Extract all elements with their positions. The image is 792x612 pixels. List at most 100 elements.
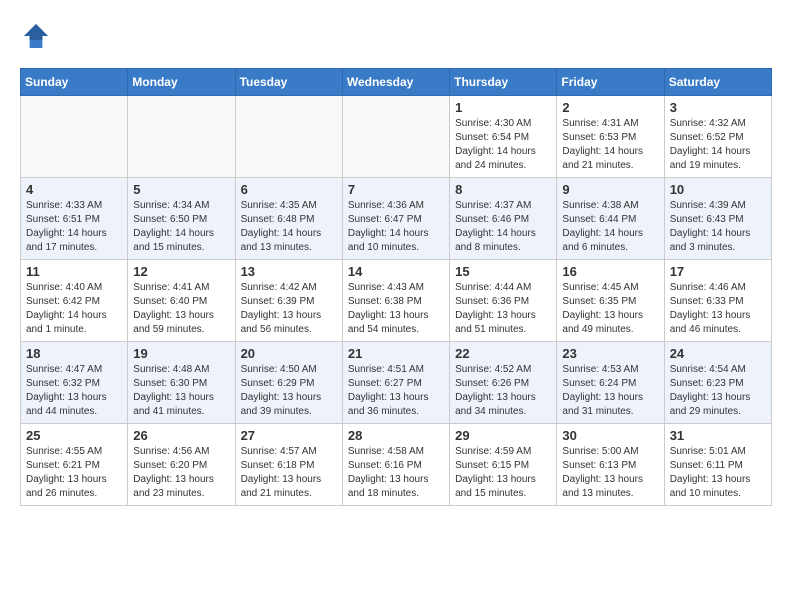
- calendar-cell: [235, 96, 342, 178]
- calendar-cell: 23Sunrise: 4:53 AM Sunset: 6:24 PM Dayli…: [557, 342, 664, 424]
- calendar-cell: 11 Sunrise: 4:40 AM Sunset: 6:42 PM Dayli…: [21, 260, 128, 342]
- day-number: 3: [670, 100, 766, 115]
- page-header: [20, 20, 772, 52]
- day-info: Sunrise: 5:00 AM Sunset: 6:13 PM Dayligh…: [562, 445, 658, 501]
- calendar-cell: 5 Sunrise: 4:34 AM Sunset: 6:50 PM Daylig…: [128, 178, 235, 260]
- calendar-cell: 21Sunrise: 4:51 AM Sunset: 6:27 PM Dayli…: [342, 342, 449, 424]
- calendar-week-row: 25 Sunrise: 4:55 AM Sunset: 6:21 PM Dayli…: [21, 424, 772, 506]
- day-info: Sunrise: 4:56 AM Sunset: 6:20 PM Dayligh…: [133, 445, 229, 501]
- logo-icon: [20, 20, 52, 52]
- day-info: Sunrise: 4:47 AM Sunset: 6:32 PM Dayligh…: [26, 363, 122, 419]
- calendar-cell: 28 Sunrise: 4:58 AM Sunset: 6:16 PM Dayli…: [342, 424, 449, 506]
- day-number: 11: [26, 264, 122, 279]
- calendar-cell: 3 Sunrise: 4:32 AM Sunset: 6:52 PM Daylig…: [664, 96, 771, 178]
- calendar-week-row: 11 Sunrise: 4:40 AM Sunset: 6:42 PM Dayli…: [21, 260, 772, 342]
- calendar-cell: 10Sunrise: 4:39 AM Sunset: 6:43 PM Dayli…: [664, 178, 771, 260]
- calendar-cell: 26 Sunrise: 4:56 AM Sunset: 6:20 PM Dayli…: [128, 424, 235, 506]
- day-header-thursday: Thursday: [450, 69, 557, 96]
- day-info: Sunrise: 4:55 AM Sunset: 6:21 PM Dayligh…: [26, 445, 122, 501]
- calendar-cell: 16 Sunrise: 4:45 AM Sunset: 6:35 PM Dayli…: [557, 260, 664, 342]
- day-number: 29: [455, 428, 551, 443]
- day-number: 6: [241, 182, 337, 197]
- day-number: 24: [670, 346, 766, 361]
- day-info: Sunrise: 4:42 AM Sunset: 6:39 PM Dayligh…: [241, 281, 337, 337]
- day-info: Sunrise: 4:52 AM Sunset: 6:26 PM Dayligh…: [455, 363, 551, 419]
- calendar-cell: [342, 96, 449, 178]
- day-number: 7: [348, 182, 444, 197]
- day-header-monday: Monday: [128, 69, 235, 96]
- day-number: 18: [26, 346, 122, 361]
- calendar-cell: 8 Sunrise: 4:37 AM Sunset: 6:46 PM Daylig…: [450, 178, 557, 260]
- calendar-cell: 29 Sunrise: 4:59 AM Sunset: 6:15 PM Dayli…: [450, 424, 557, 506]
- day-number: 2: [562, 100, 658, 115]
- day-number: 28: [348, 428, 444, 443]
- day-info: Sunrise: 4:48 AM Sunset: 6:30 PM Dayligh…: [133, 363, 229, 419]
- day-number: 12: [133, 264, 229, 279]
- day-number: 8: [455, 182, 551, 197]
- calendar-cell: 19Sunrise: 4:48 AM Sunset: 6:30 PM Dayli…: [128, 342, 235, 424]
- day-header-tuesday: Tuesday: [235, 69, 342, 96]
- day-number: 15: [455, 264, 551, 279]
- day-info: Sunrise: 4:30 AM Sunset: 6:54 PM Dayligh…: [455, 117, 551, 173]
- calendar-cell: 30Sunrise: 5:00 AM Sunset: 6:13 PM Dayli…: [557, 424, 664, 506]
- day-info: Sunrise: 4:46 AM Sunset: 6:33 PM Dayligh…: [670, 281, 766, 337]
- calendar-cell: [128, 96, 235, 178]
- day-number: 13: [241, 264, 337, 279]
- day-number: 5: [133, 182, 229, 197]
- calendar-cell: 18 Sunrise: 4:47 AM Sunset: 6:32 PM Dayli…: [21, 342, 128, 424]
- day-info: Sunrise: 4:32 AM Sunset: 6:52 PM Dayligh…: [670, 117, 766, 173]
- day-info: Sunrise: 5:01 AM Sunset: 6:11 PM Dayligh…: [670, 445, 766, 501]
- day-number: 22: [455, 346, 551, 361]
- day-number: 25: [26, 428, 122, 443]
- day-number: 4: [26, 182, 122, 197]
- calendar-cell: 22 Sunrise: 4:52 AM Sunset: 6:26 PM Dayli…: [450, 342, 557, 424]
- calendar-cell: 4 Sunrise: 4:33 AM Sunset: 6:51 PM Daylig…: [21, 178, 128, 260]
- calendar-cell: 14 Sunrise: 4:43 AM Sunset: 6:38 PM Dayli…: [342, 260, 449, 342]
- day-number: 17: [670, 264, 766, 279]
- calendar-week-row: 1 Sunrise: 4:30 AM Sunset: 6:54 PM Daylig…: [21, 96, 772, 178]
- day-info: Sunrise: 4:59 AM Sunset: 6:15 PM Dayligh…: [455, 445, 551, 501]
- calendar-week-row: 4 Sunrise: 4:33 AM Sunset: 6:51 PM Daylig…: [21, 178, 772, 260]
- calendar-cell: 17 Sunrise: 4:46 AM Sunset: 6:33 PM Dayli…: [664, 260, 771, 342]
- day-info: Sunrise: 4:41 AM Sunset: 6:40 PM Dayligh…: [133, 281, 229, 337]
- day-info: Sunrise: 4:35 AM Sunset: 6:48 PM Dayligh…: [241, 199, 337, 255]
- day-header-wednesday: Wednesday: [342, 69, 449, 96]
- calendar-cell: 6 Sunrise: 4:35 AM Sunset: 6:48 PM Daylig…: [235, 178, 342, 260]
- calendar-cell: 20Sunrise: 4:50 AM Sunset: 6:29 PM Dayli…: [235, 342, 342, 424]
- logo: [20, 20, 56, 52]
- calendar-header-row: SundayMondayTuesdayWednesdayThursdayFrid…: [21, 69, 772, 96]
- day-header-friday: Friday: [557, 69, 664, 96]
- calendar-week-row: 18 Sunrise: 4:47 AM Sunset: 6:32 PM Dayli…: [21, 342, 772, 424]
- calendar-cell: 27Sunrise: 4:57 AM Sunset: 6:18 PM Dayli…: [235, 424, 342, 506]
- calendar-cell: 7 Sunrise: 4:36 AM Sunset: 6:47 PM Daylig…: [342, 178, 449, 260]
- day-info: Sunrise: 4:58 AM Sunset: 6:16 PM Dayligh…: [348, 445, 444, 501]
- day-info: Sunrise: 4:39 AM Sunset: 6:43 PM Dayligh…: [670, 199, 766, 255]
- day-number: 20: [241, 346, 337, 361]
- day-number: 14: [348, 264, 444, 279]
- day-header-saturday: Saturday: [664, 69, 771, 96]
- day-number: 1: [455, 100, 551, 115]
- day-info: Sunrise: 4:51 AM Sunset: 6:27 PM Dayligh…: [348, 363, 444, 419]
- day-info: Sunrise: 4:44 AM Sunset: 6:36 PM Dayligh…: [455, 281, 551, 337]
- calendar-cell: 31Sunrise: 5:01 AM Sunset: 6:11 PM Dayli…: [664, 424, 771, 506]
- calendar-cell: 13 Sunrise: 4:42 AM Sunset: 6:39 PM Dayli…: [235, 260, 342, 342]
- calendar-table: SundayMondayTuesdayWednesdayThursdayFrid…: [20, 68, 772, 506]
- day-number: 23: [562, 346, 658, 361]
- day-info: Sunrise: 4:38 AM Sunset: 6:44 PM Dayligh…: [562, 199, 658, 255]
- calendar-cell: 25 Sunrise: 4:55 AM Sunset: 6:21 PM Dayli…: [21, 424, 128, 506]
- calendar-cell: 1 Sunrise: 4:30 AM Sunset: 6:54 PM Daylig…: [450, 96, 557, 178]
- day-info: Sunrise: 4:37 AM Sunset: 6:46 PM Dayligh…: [455, 199, 551, 255]
- day-info: Sunrise: 4:45 AM Sunset: 6:35 PM Dayligh…: [562, 281, 658, 337]
- day-header-sunday: Sunday: [21, 69, 128, 96]
- day-number: 16: [562, 264, 658, 279]
- day-info: Sunrise: 4:34 AM Sunset: 6:50 PM Dayligh…: [133, 199, 229, 255]
- calendar-cell: 12 Sunrise: 4:41 AM Sunset: 6:40 PM Dayli…: [128, 260, 235, 342]
- calendar-cell: 24Sunrise: 4:54 AM Sunset: 6:23 PM Dayli…: [664, 342, 771, 424]
- day-info: Sunrise: 4:36 AM Sunset: 6:47 PM Dayligh…: [348, 199, 444, 255]
- day-info: Sunrise: 4:33 AM Sunset: 6:51 PM Dayligh…: [26, 199, 122, 255]
- calendar-cell: 15 Sunrise: 4:44 AM Sunset: 6:36 PM Dayli…: [450, 260, 557, 342]
- day-number: 26: [133, 428, 229, 443]
- day-info: Sunrise: 4:40 AM Sunset: 6:42 PM Dayligh…: [26, 281, 122, 337]
- calendar-cell: [21, 96, 128, 178]
- day-info: Sunrise: 4:43 AM Sunset: 6:38 PM Dayligh…: [348, 281, 444, 337]
